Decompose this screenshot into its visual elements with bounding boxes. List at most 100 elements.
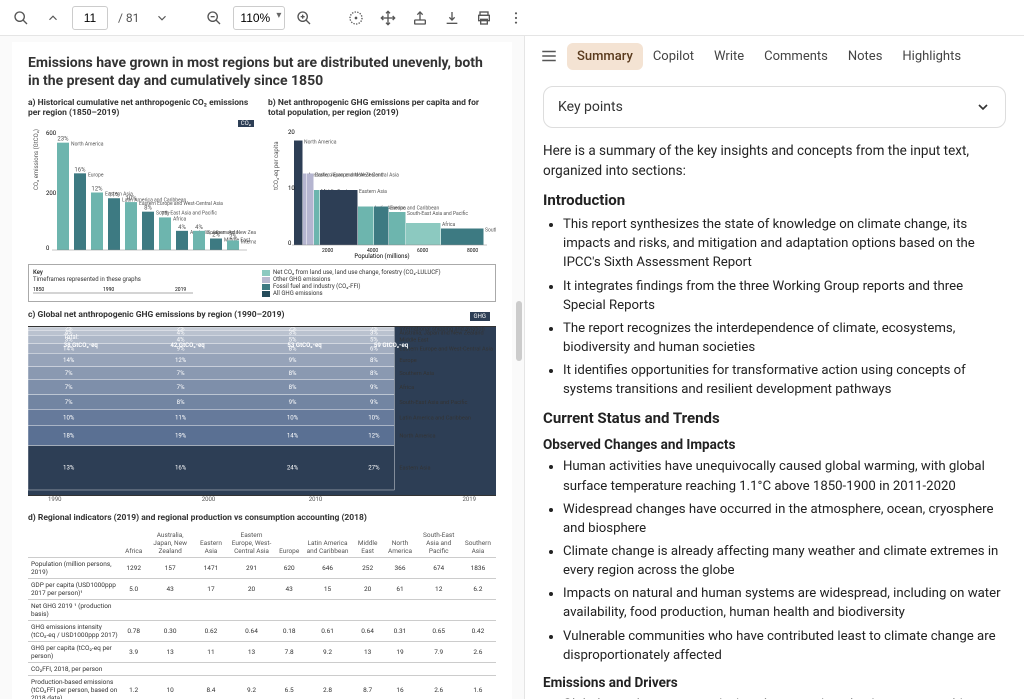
svg-text:24%: 24% — [287, 465, 299, 472]
svg-text:27%: 27% — [368, 465, 380, 472]
svg-text:8000: 8000 — [467, 248, 478, 254]
svg-text:Eastern Europe and West-Centra: Eastern Europe and West-Central Asia — [399, 347, 493, 353]
list-item: Climate change is already affecting many… — [563, 542, 1006, 580]
pdf-viewer[interactable]: Emissions have grown in most regions but… — [0, 36, 525, 699]
svg-text:Australia, Japan and New Zeala: Australia, Japan and New Zealand — [399, 331, 483, 337]
page-number-input[interactable] — [72, 6, 108, 30]
svg-text:International shipping and avi: International shipping and aviation — [241, 240, 256, 246]
unit-tag: CO₂ — [238, 120, 254, 127]
svg-text:8%: 8% — [370, 371, 378, 378]
section-heading: Current Status and Trends — [543, 409, 1006, 427]
legend-item: Net CO₂ from land use, land use change, … — [262, 269, 491, 276]
svg-text:10: 10 — [288, 185, 295, 192]
menu-icon[interactable] — [535, 42, 563, 70]
svg-text:South-East Asia and Pacific: South-East Asia and Pacific — [407, 210, 468, 217]
svg-text:Eastern Asia: Eastern Asia — [359, 189, 387, 195]
svg-text:North America: North America — [304, 140, 337, 146]
list-item: This report synthesizes the state of kno… — [563, 215, 1006, 272]
svg-text:Europe: Europe — [399, 358, 416, 364]
key-label: Key — [33, 269, 262, 276]
more-icon[interactable] — [503, 5, 529, 31]
table-row: Net GHG 2019 ¹ (production basis) — [28, 600, 496, 621]
svg-text:Africa: Africa — [173, 216, 187, 223]
zoom-out-icon[interactable] — [201, 5, 227, 31]
side-tabs: SummaryCopilotWriteCommentsNotesHighligh… — [525, 36, 1024, 76]
search-icon[interactable] — [8, 5, 34, 31]
scrollbar-thumb[interactable] — [516, 301, 522, 361]
svg-text:8%: 8% — [289, 371, 297, 378]
pan-icon[interactable] — [375, 5, 401, 31]
svg-text:12%: 12% — [175, 357, 187, 364]
unit-tag: GHG — [470, 312, 490, 321]
svg-text:12%: 12% — [368, 433, 380, 440]
svg-text:20: 20 — [288, 129, 295, 136]
table-row: GHG emissions intensity (tCO₂-eq / USD10… — [28, 621, 496, 642]
zoom-in-icon[interactable] — [291, 5, 317, 31]
bullet-list: Global greenhouse gas emissions have con… — [543, 695, 1006, 699]
legend-item: All GHG emissions — [262, 290, 491, 297]
key-points-toggle[interactable]: Key points — [543, 86, 1006, 128]
rotate-icon[interactable] — [343, 5, 369, 31]
svg-text:Southern Asia: Southern Asia — [485, 228, 496, 234]
svg-text:8%: 8% — [177, 399, 185, 406]
svg-text:Eastern Asia: Eastern Asia — [399, 466, 430, 472]
svg-text:23%: 23% — [57, 136, 69, 143]
svg-text:10%: 10% — [368, 415, 380, 422]
panel-a-heading: a) Historical cumulative net anthropogen… — [28, 98, 256, 118]
table-row: CO₂FFI, 2018, per person — [28, 663, 496, 676]
tab-write[interactable]: Write — [704, 43, 754, 70]
bullet-list: This report synthesizes the state of kno… — [543, 215, 1006, 399]
svg-text:Europe: Europe — [88, 173, 104, 179]
list-item: Widespread changes have occurred in the … — [563, 500, 1006, 538]
zoom-select[interactable]: 110% — [233, 6, 285, 30]
svg-text:11%: 11% — [108, 192, 120, 199]
svg-text:Latin America and Caribbean: Latin America and Caribbean — [399, 416, 471, 422]
svg-text:0: 0 — [288, 240, 292, 247]
svg-text:53 GtCO₂-eq: 53 GtCO₂-eq — [287, 342, 322, 349]
print-icon[interactable] — [471, 5, 497, 31]
svg-text:14%: 14% — [63, 357, 75, 364]
tab-notes[interactable]: Notes — [838, 43, 893, 70]
page-total-label: / 81 — [118, 11, 139, 25]
list-item: Vulnerable communities who have contribu… — [563, 627, 1006, 665]
tab-summary[interactable]: Summary — [567, 43, 643, 70]
chart-panel-a: CO₂ CO₂ emissions (GtCO₂) 23%North Ameri… — [28, 120, 256, 260]
subsection-heading: Emissions and Drivers — [543, 675, 1006, 691]
svg-text:19%: 19% — [175, 433, 187, 440]
svg-text:7%: 7% — [177, 385, 185, 392]
panel-c-heading: c) Global net anthropogenic GHG emission… — [28, 310, 496, 320]
svg-text:Eastern Europe and West-Centra: Eastern Europe and West-Central Asia — [315, 173, 399, 179]
svg-text:7%: 7% — [65, 385, 73, 392]
tab-copilot[interactable]: Copilot — [643, 43, 704, 70]
list-item: It identifies opportunities for transfor… — [563, 361, 1006, 399]
svg-text:4%: 4% — [178, 224, 186, 231]
table-row: Production-based emissions (tCO₂FFI per … — [28, 676, 496, 699]
svg-text:2%: 2% — [212, 232, 220, 239]
chevron-down-icon — [975, 99, 991, 115]
svg-text:1990: 1990 — [103, 287, 114, 293]
svg-text:12%: 12% — [91, 186, 103, 193]
summary-body[interactable]: Key points Here is a summary of the key … — [525, 76, 1024, 699]
share-icon[interactable] — [407, 5, 433, 31]
svg-text:9%: 9% — [289, 357, 297, 364]
svg-text:2019: 2019 — [175, 287, 186, 293]
legend-box: Key Timeframes represented in these grap… — [28, 264, 496, 302]
svg-text:North America: North America — [71, 142, 104, 148]
bullet-list: Human activities have unequivocally caus… — [543, 457, 1006, 664]
svg-text:6000: 6000 — [417, 248, 428, 254]
pdf-page: Emissions have grown in most regions but… — [12, 42, 512, 699]
regional-indicators-table: AfricaAustralia, Japan, New ZealandEaste… — [28, 529, 496, 699]
svg-text:9%: 9% — [370, 399, 378, 406]
svg-text:16%: 16% — [175, 465, 187, 472]
svg-text:9%: 9% — [289, 399, 297, 406]
page-title: Emissions have grown in most regions but… — [28, 54, 496, 90]
next-page-icon[interactable] — [149, 5, 175, 31]
list-item: It integrates findings from the three Wo… — [563, 277, 1006, 315]
panel-d-heading: d) Regional indicators (2019) and region… — [28, 513, 496, 523]
svg-text:4000: 4000 — [367, 248, 378, 254]
tab-comments[interactable]: Comments — [754, 43, 838, 70]
tab-highlights[interactable]: Highlights — [892, 43, 971, 70]
key-points-label: Key points — [558, 99, 623, 115]
prev-page-icon[interactable] — [40, 5, 66, 31]
download-icon[interactable] — [439, 5, 465, 31]
